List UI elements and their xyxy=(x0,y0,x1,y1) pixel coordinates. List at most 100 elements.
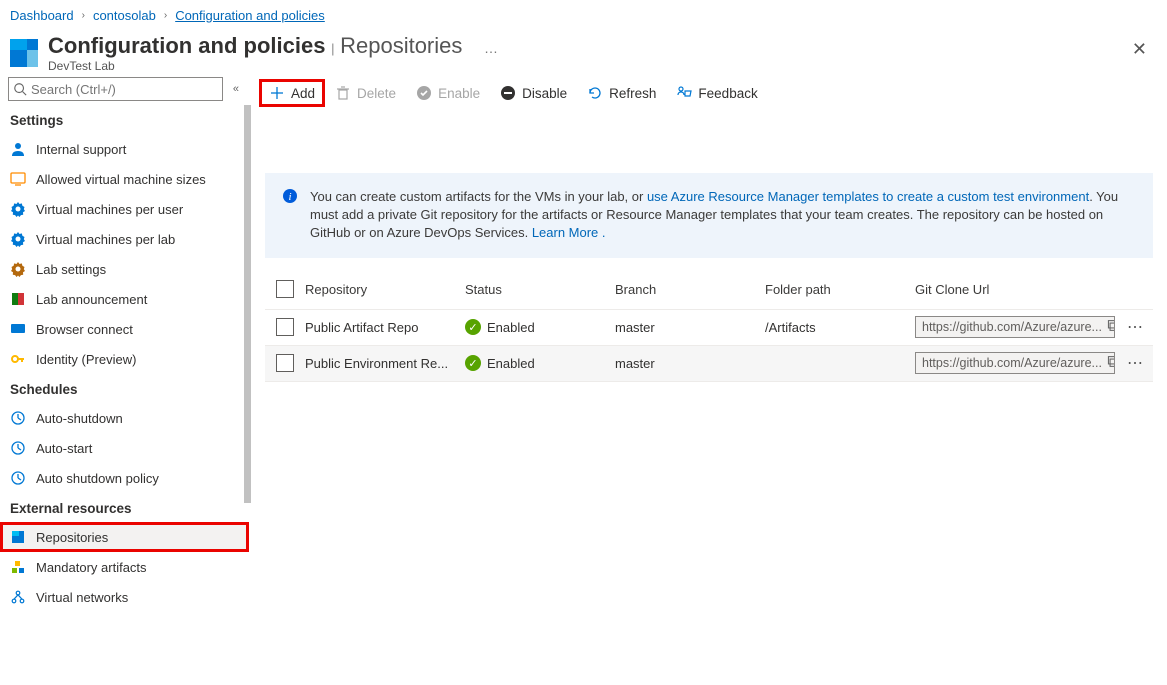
network-icon xyxy=(10,589,26,605)
info-link-templates[interactable]: use Azure Resource Manager templates to … xyxy=(647,189,1089,204)
col-folder[interactable]: Folder path xyxy=(765,282,915,297)
nav-section-external: External resources xyxy=(0,493,249,522)
scrollbar-thumb[interactable] xyxy=(244,105,251,503)
copy-icon[interactable] xyxy=(1106,355,1115,371)
nav-auto-start[interactable]: Auto-start xyxy=(0,433,249,463)
search-icon xyxy=(13,82,27,96)
cell-folder: /Artifacts xyxy=(765,320,915,335)
svg-text:i: i xyxy=(288,191,291,203)
monitor-icon xyxy=(10,171,26,187)
col-url[interactable]: Git Clone Url xyxy=(915,282,1153,297)
toolbar-label: Add xyxy=(291,86,315,101)
nav-label: Auto-shutdown xyxy=(36,411,123,426)
nav-label: Identity (Preview) xyxy=(36,352,136,367)
nav-label: Browser connect xyxy=(36,322,133,337)
close-button[interactable]: ✕ xyxy=(1122,33,1157,66)
toolbar-label: Refresh xyxy=(609,86,656,101)
search-input[interactable] xyxy=(31,82,218,97)
delete-button: Delete xyxy=(327,81,404,105)
add-button[interactable]: Add xyxy=(261,81,323,105)
table-row[interactable]: Public Artifact Repo ✓Enabled master /Ar… xyxy=(265,310,1153,346)
monitor-icon xyxy=(10,321,26,337)
nav-browser-connect[interactable]: Browser connect xyxy=(0,314,249,344)
disable-button[interactable]: Disable xyxy=(492,81,575,105)
nav-label: Virtual machines per user xyxy=(36,202,183,217)
main-content: Add Delete Enable Disable Refresh Feedba… xyxy=(251,73,1167,685)
page-title: Configuration and policies xyxy=(48,33,325,58)
sidebar: « Settings Internal support Allowed virt… xyxy=(0,73,251,685)
info-banner: i You can create custom artifacts for th… xyxy=(265,173,1153,258)
nav-mandatory-artifacts[interactable]: Mandatory artifacts xyxy=(0,552,249,582)
nav-repositories[interactable]: Repositories xyxy=(0,522,249,552)
nav-label: Auto shutdown policy xyxy=(36,471,159,486)
minus-circle-icon xyxy=(500,85,516,101)
more-icon[interactable]: … xyxy=(484,40,498,56)
row-actions[interactable]: ⋯ xyxy=(1121,353,1150,373)
info-link-learn-more[interactable]: Learn More . xyxy=(532,225,606,240)
feedback-button[interactable]: Feedback xyxy=(668,81,765,105)
nav-vm-per-user[interactable]: Virtual machines per user xyxy=(0,194,249,224)
nav-label: Mandatory artifacts xyxy=(36,560,147,575)
breadcrumb-current[interactable]: Configuration and policies xyxy=(175,8,325,23)
nav-label: Allowed virtual machine sizes xyxy=(36,172,206,187)
breadcrumb-dashboard[interactable]: Dashboard xyxy=(10,8,74,23)
breadcrumb: Dashboard › contosolab › Configuration a… xyxy=(0,0,1167,31)
toolbar-label: Feedback xyxy=(698,86,757,101)
breadcrumb-lab[interactable]: contosolab xyxy=(93,8,156,23)
trash-icon xyxy=(335,85,351,101)
nav-allowed-vm-sizes[interactable]: Allowed virtual machine sizes xyxy=(0,164,249,194)
person-icon xyxy=(10,141,26,157)
row-checkbox[interactable] xyxy=(276,318,294,336)
gear-icon xyxy=(10,261,26,277)
key-icon xyxy=(10,351,26,367)
plus-icon xyxy=(269,85,285,101)
search-input-wrap[interactable] xyxy=(8,77,223,101)
nav-virtual-networks[interactable]: Virtual networks xyxy=(0,582,249,612)
nav-label: Lab settings xyxy=(36,262,106,277)
url-field[interactable]: https://github.com/Azure/azure... xyxy=(915,352,1115,374)
col-branch[interactable]: Branch xyxy=(615,282,765,297)
url-text: https://github.com/Azure/azure... xyxy=(922,356,1102,370)
nav-identity[interactable]: Identity (Preview) xyxy=(0,344,249,374)
cell-repo: Public Environment Re... xyxy=(305,356,465,371)
nav-auto-shutdown-policy[interactable]: Auto shutdown policy xyxy=(0,463,249,493)
refresh-icon xyxy=(587,85,603,101)
table-header: Repository Status Branch Folder path Git… xyxy=(265,270,1153,310)
row-checkbox[interactable] xyxy=(276,354,294,372)
nav-lab-settings[interactable]: Lab settings xyxy=(0,254,249,284)
copy-icon[interactable] xyxy=(1106,319,1115,335)
refresh-button[interactable]: Refresh xyxy=(579,81,664,105)
repo-icon xyxy=(10,529,26,545)
col-repository[interactable]: Repository xyxy=(305,282,465,297)
nav-label: Lab announcement xyxy=(36,292,147,307)
feedback-icon xyxy=(676,85,692,101)
nav-label: Virtual networks xyxy=(36,590,128,605)
select-all-checkbox[interactable] xyxy=(276,280,294,298)
collapse-sidebar-icon[interactable]: « xyxy=(229,79,243,99)
row-actions[interactable]: ⋯ xyxy=(1121,317,1150,337)
blocks-icon xyxy=(10,559,26,575)
col-status[interactable]: Status xyxy=(465,282,615,297)
nav-label: Auto-start xyxy=(36,441,92,456)
url-field[interactable]: https://github.com/Azure/azure... xyxy=(915,316,1115,338)
nav-lab-announcement[interactable]: Lab announcement xyxy=(0,284,249,314)
nav-section-settings: Settings xyxy=(0,105,249,134)
repositories-table: Repository Status Branch Folder path Git… xyxy=(251,270,1167,382)
toolbar-label: Disable xyxy=(522,86,567,101)
nav-auto-shutdown[interactable]: Auto-shutdown xyxy=(0,403,249,433)
gear-icon xyxy=(10,201,26,217)
chevron-right-icon: › xyxy=(82,10,85,21)
resource-type: DevTest Lab xyxy=(48,59,1122,73)
clock-icon xyxy=(10,440,26,456)
nav-internal-support[interactable]: Internal support xyxy=(0,134,249,164)
status-ok-icon: ✓ xyxy=(465,355,481,371)
cell-branch: master xyxy=(615,356,765,371)
nav-vm-per-lab[interactable]: Virtual machines per lab xyxy=(0,224,249,254)
nav-section-schedules: Schedules xyxy=(0,374,249,403)
toolbar: Add Delete Enable Disable Refresh Feedba… xyxy=(251,73,1167,113)
check-circle-icon xyxy=(416,85,432,101)
nav-label: Repositories xyxy=(36,530,108,545)
table-row[interactable]: Public Environment Re... ✓Enabled master… xyxy=(265,346,1153,382)
gear-icon xyxy=(10,231,26,247)
info-icon: i xyxy=(282,188,298,243)
